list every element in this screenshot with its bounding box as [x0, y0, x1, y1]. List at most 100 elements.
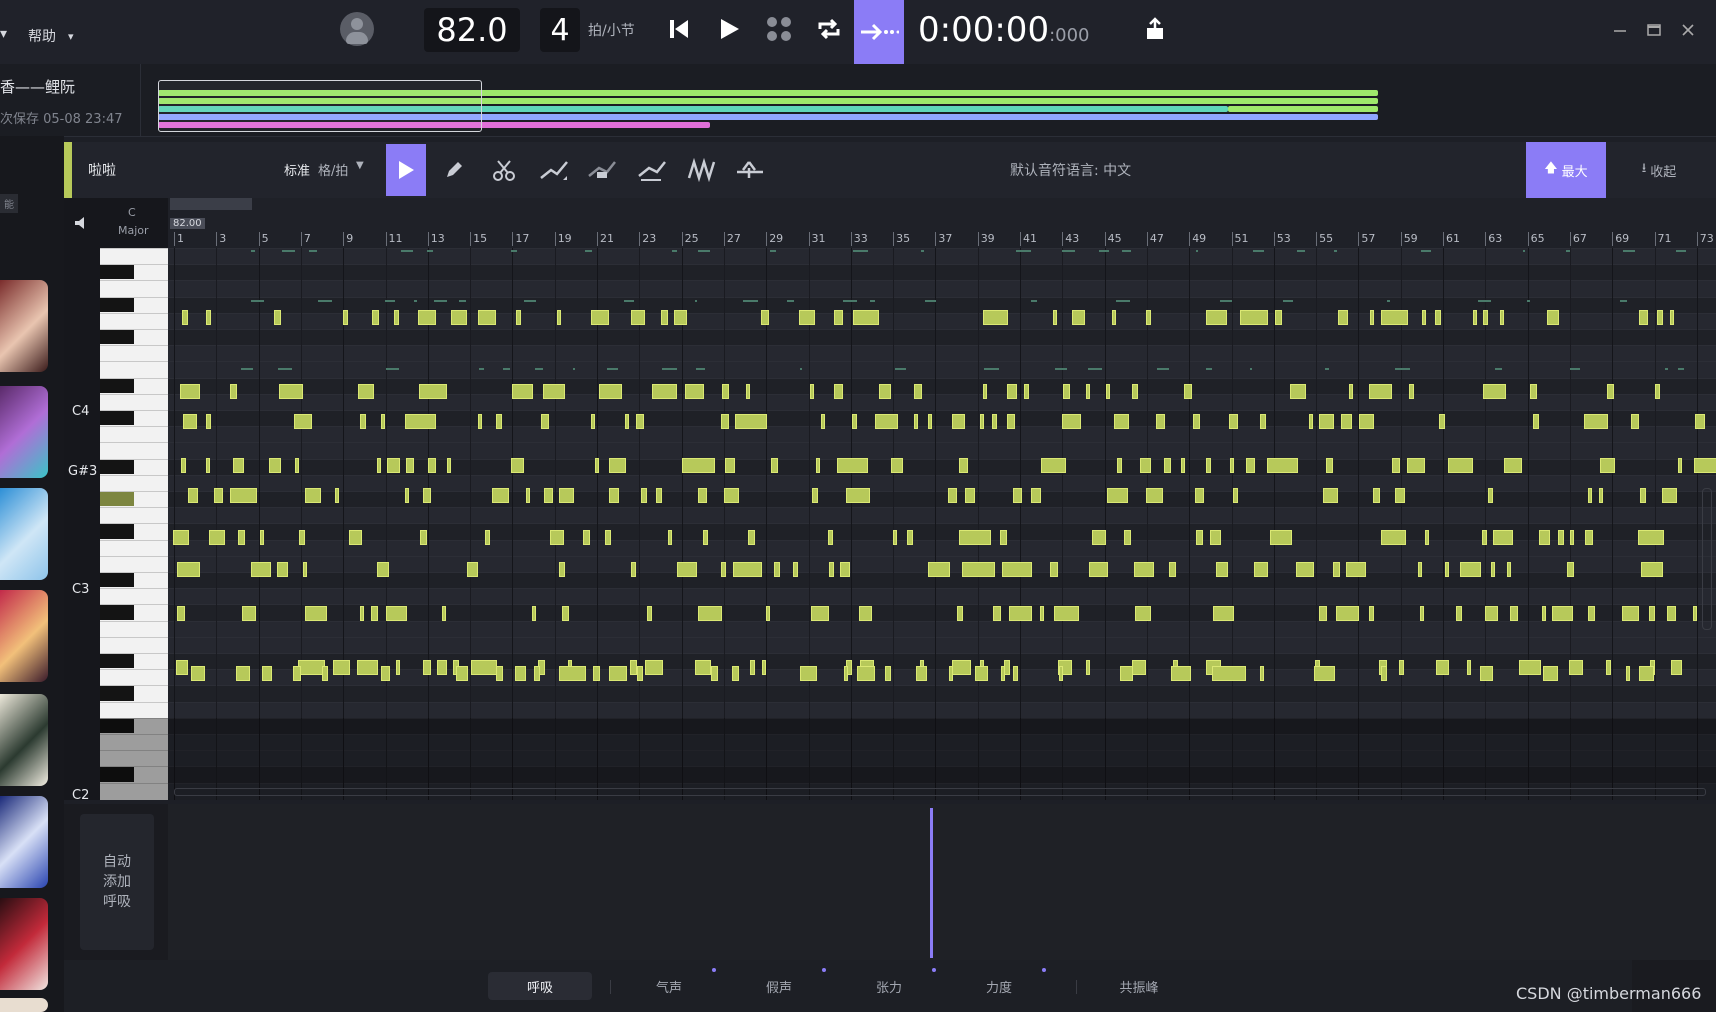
skip-to-start-icon[interactable] — [664, 14, 694, 44]
note[interactable] — [591, 310, 610, 325]
note[interactable] — [836, 458, 868, 473]
note-grid[interactable] — [168, 248, 1716, 800]
note[interactable] — [1640, 562, 1663, 577]
note[interactable] — [349, 530, 363, 545]
note[interactable] — [205, 458, 210, 473]
note[interactable] — [1146, 488, 1164, 503]
note[interactable] — [1001, 562, 1032, 577]
piano-keyboard[interactable] — [100, 248, 168, 800]
note[interactable] — [993, 606, 1002, 621]
note[interactable] — [959, 458, 969, 473]
note[interactable] — [1206, 310, 1228, 325]
note[interactable] — [1631, 414, 1639, 429]
note[interactable] — [1656, 310, 1663, 325]
note[interactable] — [660, 310, 668, 325]
quantize-value[interactable]: 格/拍 — [318, 160, 348, 179]
note[interactable] — [608, 666, 627, 681]
note[interactable] — [261, 666, 272, 681]
note[interactable] — [1543, 666, 1558, 681]
note[interactable] — [1140, 458, 1152, 473]
note[interactable] — [297, 660, 325, 675]
note[interactable] — [749, 660, 755, 675]
note[interactable] — [1215, 562, 1228, 577]
note[interactable] — [1359, 414, 1375, 429]
note[interactable] — [404, 488, 409, 503]
note[interactable] — [721, 562, 727, 577]
note[interactable] — [948, 666, 953, 681]
note[interactable] — [370, 606, 378, 621]
note[interactable] — [450, 310, 467, 325]
note[interactable] — [1309, 414, 1314, 429]
note[interactable] — [180, 458, 186, 473]
note[interactable] — [1587, 488, 1592, 503]
note[interactable] — [980, 414, 984, 429]
note[interactable] — [556, 310, 561, 325]
note[interactable] — [1314, 666, 1336, 681]
note[interactable] — [381, 414, 385, 429]
note[interactable] — [1341, 414, 1353, 429]
note[interactable] — [852, 310, 879, 325]
note[interactable] — [1392, 458, 1400, 473]
note[interactable] — [1023, 384, 1029, 399]
note[interactable] — [774, 562, 780, 577]
note[interactable] — [343, 310, 349, 325]
note[interactable] — [359, 606, 364, 621]
note[interactable] — [491, 488, 509, 503]
note[interactable] — [771, 458, 778, 473]
singer-avatar[interactable] — [0, 998, 48, 1012]
note[interactable] — [477, 310, 496, 325]
note[interactable] — [386, 606, 408, 621]
note[interactable] — [550, 530, 565, 545]
note[interactable] — [1417, 562, 1422, 577]
note[interactable] — [723, 488, 739, 503]
note[interactable] — [1625, 666, 1630, 681]
note[interactable] — [321, 666, 328, 681]
note[interactable] — [815, 458, 820, 473]
note[interactable] — [637, 666, 644, 681]
note[interactable] — [526, 488, 531, 503]
note[interactable] — [1493, 530, 1513, 545]
default-language-label[interactable]: 默认音符语言: 中文 — [1010, 160, 1131, 180]
note[interactable] — [1638, 310, 1648, 325]
note[interactable] — [1246, 458, 1256, 473]
note[interactable] — [1266, 458, 1298, 473]
note[interactable] — [640, 488, 647, 503]
note[interactable] — [561, 606, 569, 621]
note[interactable] — [1569, 660, 1583, 675]
note[interactable] — [181, 310, 188, 325]
note[interactable] — [811, 488, 818, 503]
note[interactable] — [630, 660, 637, 675]
note[interactable] — [1435, 660, 1449, 675]
note[interactable] — [279, 384, 304, 399]
note[interactable] — [436, 660, 447, 675]
note[interactable] — [1694, 458, 1716, 473]
note[interactable] — [1156, 414, 1166, 429]
note[interactable] — [1380, 666, 1387, 681]
menu-help[interactable]: 帮助 — [28, 26, 56, 46]
note[interactable] — [1006, 384, 1017, 399]
quantize-mode[interactable]: 标准 — [284, 160, 310, 179]
note[interactable] — [175, 660, 188, 675]
note[interactable] — [952, 660, 972, 675]
note[interactable] — [927, 414, 932, 429]
note[interactable] — [1319, 414, 1335, 429]
note[interactable] — [761, 660, 766, 675]
note[interactable] — [1666, 606, 1676, 621]
collapse-button[interactable]: ⭳ 收起 — [1624, 142, 1694, 198]
note[interactable] — [190, 666, 205, 681]
playhead[interactable] — [930, 808, 933, 958]
note[interactable] — [829, 562, 835, 577]
note[interactable] — [1670, 310, 1675, 325]
piano-black-key[interactable] — [100, 654, 134, 669]
note[interactable] — [636, 414, 645, 429]
note[interactable] — [1605, 660, 1611, 675]
note[interactable] — [1368, 606, 1374, 621]
note[interactable] — [1587, 606, 1595, 621]
note[interactable] — [478, 414, 482, 429]
note[interactable] — [541, 414, 549, 429]
note[interactable] — [609, 488, 620, 503]
note[interactable] — [543, 488, 553, 503]
note[interactable] — [241, 606, 256, 621]
note[interactable] — [441, 606, 446, 621]
note[interactable] — [511, 458, 524, 473]
